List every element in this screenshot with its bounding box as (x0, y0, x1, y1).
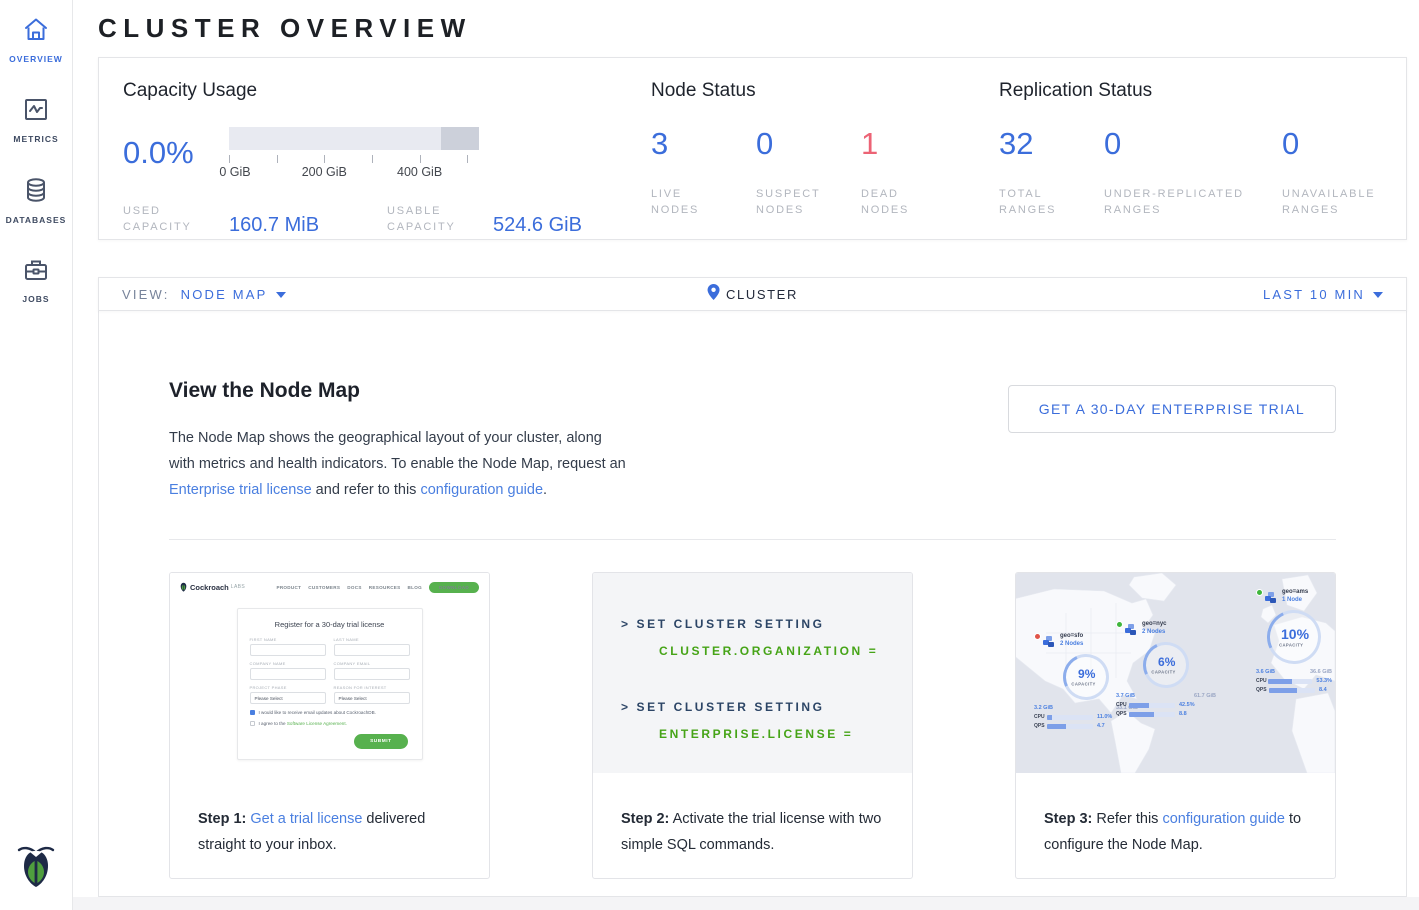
get-enterprise-trial-button[interactable]: GET A 30-DAY ENTERPRISE TRIAL (1008, 385, 1336, 433)
node-map-panel: View the Node Map The Node Map shows the… (98, 310, 1407, 897)
node-cubes-icon (1043, 636, 1056, 648)
live-nodes-stat: 3 LIVENODES (651, 126, 756, 218)
step2-caption: Step 2: Activate the trial license with … (593, 806, 912, 858)
cluster-summary-panel: Capacity Usage 0.0% 0 GiB 200 GiB 400 Gi… (98, 57, 1407, 240)
usable-capacity-label: USABLE CAPACITY (387, 203, 475, 235)
capacity-gauge: 0 GiB 200 GiB 400 GiB (229, 127, 479, 189)
mini-site-nav: PRODUCT CUSTOMERS DOCS RESOURCES BLOG DO… (269, 582, 479, 593)
capacity-usage-section: Capacity Usage 0.0% 0 GiB 200 GiB 400 Gi… (123, 80, 651, 239)
gauge-other-segment (441, 127, 479, 150)
sidebar-item-jobs[interactable]: JOBS (0, 240, 73, 320)
chevron-down-icon (1373, 292, 1383, 298)
cockroach-labs-mini-logo: Cockroach LABS (180, 582, 245, 592)
page-title: CLUSTER OVERVIEW (98, 13, 1407, 43)
replication-status-title: Replication Status (999, 80, 1406, 102)
sidebar-item-label: DATABASES (0, 215, 73, 225)
cockroachdb-logo (15, 843, 57, 894)
metrics-chart-icon (22, 110, 50, 127)
node-map-description: The Node Map shows the geographical layo… (169, 425, 631, 503)
node-map-heading: View the Node Map (169, 377, 631, 405)
get-trial-license-link[interactable]: Get a trial license (250, 811, 362, 827)
view-selector-dropdown[interactable]: VIEW: NODE MAP (122, 287, 286, 302)
gauge-usable-segment (229, 127, 441, 150)
database-icon (22, 191, 50, 208)
sidebar-item-label: METRICS (0, 134, 73, 144)
total-ranges-stat: 32 TOTALRANGES (999, 126, 1104, 218)
capacity-usage-title: Capacity Usage (123, 80, 651, 102)
time-range-value: LAST 10 MIN (1263, 287, 1365, 302)
configuration-guide-link-2[interactable]: configuration guide (1162, 811, 1285, 827)
node-status-title: Node Status (651, 80, 999, 102)
sidebar-item-overview[interactable]: OVERVIEW (0, 0, 73, 80)
sql-commands-thumbnail: > SET CLUSTER SETTING CLUSTER.ORGANIZATI… (593, 573, 912, 773)
sidebar-item-label: OVERVIEW (0, 54, 73, 64)
under-replicated-ranges-stat: 0 UNDER-REPLICATEDRANGES (1104, 126, 1282, 218)
trial-license-site-thumbnail: Cockroach LABS PRODUCT CUSTOMERS DOCS RE… (170, 573, 489, 773)
gauge-tick-label: 400 GiB (397, 165, 442, 179)
map-node-ams: geo=ams 1 Node 10%CAPACITY 3.6 GiB36.6 G… (1256, 589, 1332, 693)
app-window: OVERVIEW METRICS DATABASES JOBS (0, 0, 1419, 910)
mini-submit-button: SUBMIT (354, 734, 407, 749)
step2-card: > SET CLUSTER SETTING CLUSTER.ORGANIZATI… (592, 572, 913, 879)
trial-registration-form: Register for a 30-day trial license FIRS… (237, 608, 423, 760)
node-status-dot (1034, 633, 1041, 640)
step3-caption: Step 3: Refer this configuration guide t… (1016, 806, 1335, 858)
unavailable-ranges-stat: 0 UNAVAILABLERANGES (1282, 126, 1375, 218)
sidebar: OVERVIEW METRICS DATABASES JOBS (0, 0, 73, 910)
suspect-nodes-stat: 0 SUSPECTNODES (756, 126, 861, 218)
content-area: CLUSTER OVERVIEW Capacity Usage 0.0% 0 G… (73, 0, 1419, 897)
mini-download-button: DOWNLOAD (429, 582, 479, 593)
dead-nodes-stat: 1 DEADNODES (861, 126, 966, 218)
usable-capacity-value: 524.6 GiB (493, 214, 582, 237)
sidebar-item-metrics[interactable]: METRICS (0, 80, 73, 160)
view-label: VIEW: (122, 287, 170, 302)
sidebar-item-databases[interactable]: DATABASES (0, 160, 73, 240)
node-cubes-icon (1125, 624, 1138, 636)
used-capacity-value: 160.7 MiB (229, 214, 341, 237)
map-node-nyc: geo=nyc 2 Nodes 6%CAPACITY 3.7 GiB61.7 G… (1116, 621, 1216, 717)
node-status-section: Node Status 3 LIVENODES 0 SUSPECTNODES 1… (651, 80, 999, 239)
map-pin-icon (707, 284, 719, 305)
capacity-used-percent: 0.0% (123, 135, 229, 171)
enterprise-trial-license-link[interactable]: Enterprise trial license (169, 482, 312, 498)
cluster-breadcrumb[interactable]: CLUSTER (707, 284, 798, 305)
step3-card: geo=sfo 2 Nodes 9%CAPACITY 3.2 GiB33.1 G… (1015, 572, 1336, 879)
time-range-dropdown[interactable]: LAST 10 MIN (1263, 287, 1383, 302)
cluster-label: CLUSTER (726, 287, 798, 302)
node-cubes-icon (1265, 592, 1278, 604)
configuration-guide-link[interactable]: configuration guide (420, 482, 543, 498)
step1-card: Cockroach LABS PRODUCT CUSTOMERS DOCS RE… (169, 572, 490, 879)
chevron-down-icon (276, 292, 286, 298)
node-status-dot (1116, 621, 1123, 628)
step1-caption: Step 1: Get a trial license delivered st… (170, 806, 489, 858)
gauge-tick-label: 0 GiB (219, 165, 250, 179)
home-icon (22, 30, 50, 47)
node-status-dot (1256, 589, 1263, 596)
view-value: NODE MAP (181, 287, 268, 302)
gauge-tick-label: 200 GiB (302, 165, 347, 179)
briefcase-icon (22, 270, 50, 287)
node-map-intro: View the Node Map The Node Map shows the… (169, 377, 631, 503)
node-map-thumbnail: geo=sfo 2 Nodes 9%CAPACITY 3.2 GiB33.1 G… (1016, 573, 1335, 773)
view-bar: VIEW: NODE MAP CLUSTER LAST 10 MIN (98, 277, 1407, 311)
replication-status-section: Replication Status 32 TOTALRANGES 0 UNDE… (999, 80, 1406, 239)
used-capacity-label: USED CAPACITY (123, 203, 211, 235)
intro-divider (169, 539, 1336, 540)
sidebar-item-label: JOBS (0, 294, 73, 304)
